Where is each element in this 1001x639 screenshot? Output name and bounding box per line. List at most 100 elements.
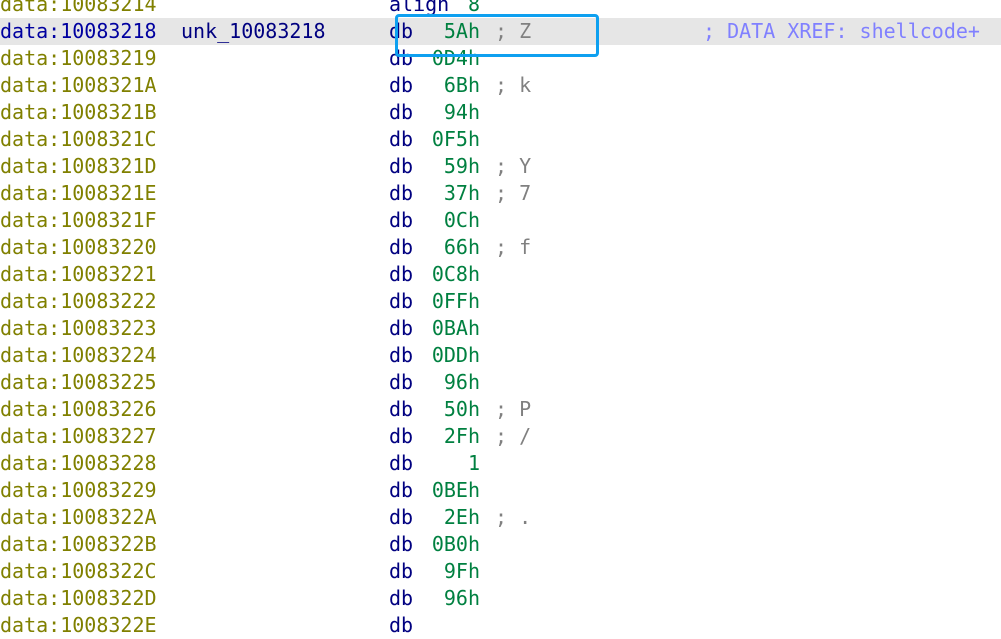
operand-value[interactable]: 8	[421, 0, 480, 18]
disassembly-listing[interactable]: data:10083214 align 8 data:10083218 unk_1008…	[0, 0, 1001, 639]
address-text: data:10083218	[0, 19, 157, 43]
instruction-mnemonic: db	[389, 46, 414, 70]
instruction-mnemonic: db	[389, 289, 414, 313]
address-text: data:10083227	[0, 424, 157, 448]
operand-value[interactable]: 6Bh	[421, 72, 480, 99]
operand-value[interactable]: 96h	[421, 369, 480, 396]
listing-row[interactable]: data:1008322E db	[0, 612, 1001, 639]
operand-value[interactable]: 1	[421, 450, 480, 477]
instruction-mnemonic: db	[389, 343, 414, 367]
listing-row[interactable]: data:1008322B db 0B0h	[0, 531, 1001, 558]
listing-row[interactable]: data:1008321B db 94h	[0, 99, 1001, 126]
address-text: data:1008321E	[0, 181, 157, 205]
listing-row[interactable]: data:10083223 db 0BAh	[0, 315, 1001, 342]
address-text: data:10083214	[0, 0, 157, 16]
instruction-mnemonic: db	[389, 154, 414, 178]
listing-row[interactable]: data:1008322D db 96h	[0, 585, 1001, 612]
instruction-mnemonic: db	[389, 262, 414, 286]
comment-text: ; .	[495, 505, 532, 529]
xref-comment[interactable]: ; DATA XREF: shellcode+	[703, 18, 980, 45]
operand-value[interactable]: 0BAh	[421, 315, 480, 342]
address-text: data:10083221	[0, 262, 157, 286]
operand-value[interactable]: 0DDh	[421, 342, 480, 369]
instruction-mnemonic: db	[389, 397, 414, 421]
listing-row[interactable]: data:1008321F db 0Ch	[0, 207, 1001, 234]
operand-value[interactable]: 0C8h	[421, 261, 480, 288]
operand-value[interactable]: 0F5h	[421, 126, 480, 153]
listing-row[interactable]: data:1008321D db 59h ; Y	[0, 153, 1001, 180]
instruction-mnemonic: db	[389, 208, 414, 232]
address-text: data:10083224	[0, 343, 157, 367]
listing-row[interactable]: data:10083214 align 8	[0, 0, 1001, 18]
instruction-mnemonic: db	[389, 424, 414, 448]
comment-text: ; Y	[495, 154, 532, 178]
listing-row[interactable]: data:10083228 db 1	[0, 450, 1001, 477]
listing-row[interactable]: data:10083220 db 66h ; f	[0, 234, 1001, 261]
operand-value[interactable]: 37h	[421, 180, 480, 207]
operand-value[interactable]: 0BEh	[421, 477, 480, 504]
instruction-mnemonic: db	[389, 505, 414, 529]
listing-row[interactable]: data:1008321A db 6Bh ; k	[0, 72, 1001, 99]
listing-row[interactable]: data:10083229 db 0BEh	[0, 477, 1001, 504]
comment-text: ; /	[495, 424, 532, 448]
instruction-mnemonic: db	[389, 19, 414, 43]
operand-value[interactable]: 0Ch	[421, 207, 480, 234]
address-text: data:1008322B	[0, 532, 157, 556]
operand-value[interactable]: 0FFh	[421, 288, 480, 315]
instruction-mnemonic: db	[389, 235, 414, 259]
address-text: data:1008322D	[0, 586, 157, 610]
listing-row[interactable]: data:1008322C db 9Fh	[0, 558, 1001, 585]
listing-row[interactable]: data:10083227 db 2Fh ; /	[0, 423, 1001, 450]
instruction-mnemonic: db	[389, 181, 414, 205]
listing-row[interactable]: data:10083224 db 0DDh	[0, 342, 1001, 369]
operand-value[interactable]: 0D4h	[421, 45, 480, 72]
address-text: data:1008321C	[0, 127, 157, 151]
address-text: data:1008321A	[0, 73, 157, 97]
operand-value[interactable]: 96h	[421, 585, 480, 612]
listing-row[interactable]: data:1008321C db 0F5h	[0, 126, 1001, 153]
operand-value[interactable]: 2Fh	[421, 423, 480, 450]
listing-row[interactable]: data:10083219 db 0D4h	[0, 45, 1001, 72]
instruction-mnemonic: db	[389, 586, 414, 610]
address-text: data:10083219	[0, 46, 157, 70]
listing-row[interactable]: data:10083218 unk_10083218 db 5Ah ; Z ; DATA …	[0, 18, 1001, 45]
symbol-label[interactable]: unk_10083218	[181, 18, 326, 45]
comment-text: ; f	[495, 235, 532, 259]
listing-row[interactable]: data:10083222 db 0FFh	[0, 288, 1001, 315]
comment-text: ; 7	[495, 181, 532, 205]
instruction-mnemonic: db	[389, 316, 414, 340]
instruction-mnemonic: db	[389, 100, 414, 124]
operand-value[interactable]: 94h	[421, 99, 480, 126]
operand-value[interactable]: 2Eh	[421, 504, 480, 531]
operand-value[interactable]: 50h	[421, 396, 480, 423]
address-text: data:1008321F	[0, 208, 157, 232]
instruction-mnemonic: db	[389, 451, 414, 475]
address-text: data:10083225	[0, 370, 157, 394]
operand-value[interactable]: 0B0h	[421, 531, 480, 558]
instruction-mnemonic: db	[389, 370, 414, 394]
operand-value[interactable]: 66h	[421, 234, 480, 261]
address-text: data:1008322E	[0, 613, 157, 637]
operand-value[interactable]: 59h	[421, 153, 480, 180]
instruction-mnemonic: db	[389, 532, 414, 556]
address-text: data:10083223	[0, 316, 157, 340]
address-text: data:1008321B	[0, 100, 157, 124]
address-text: data:1008322A	[0, 505, 157, 529]
instruction-mnemonic: db	[389, 73, 414, 97]
listing-row[interactable]: data:10083221 db 0C8h	[0, 261, 1001, 288]
listing-row[interactable]: data:1008321E db 37h ; 7	[0, 180, 1001, 207]
listing-row[interactable]: data:1008322A db 2Eh ; .	[0, 504, 1001, 531]
operand-value[interactable]: 9Fh	[421, 558, 480, 585]
comment-text: ; P	[495, 397, 532, 421]
listing-row[interactable]: data:10083225 db 96h	[0, 369, 1001, 396]
comment-text: ; k	[495, 73, 532, 97]
address-text: data:10083220	[0, 235, 157, 259]
address-text: data:10083226	[0, 397, 157, 421]
instruction-mnemonic: db	[389, 613, 414, 637]
operand-value[interactable]: 5Ah	[421, 18, 480, 45]
address-text: data:1008321D	[0, 154, 157, 178]
listing-row[interactable]: data:10083226 db 50h ; P	[0, 396, 1001, 423]
address-text: data:10083228	[0, 451, 157, 475]
address-text: data:10083229	[0, 478, 157, 502]
comment-text: ; Z	[495, 19, 532, 43]
